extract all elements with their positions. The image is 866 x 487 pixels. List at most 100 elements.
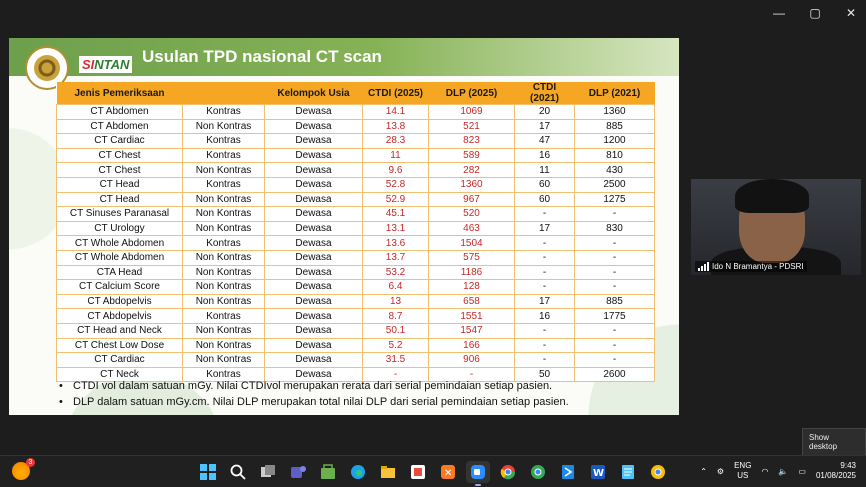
table-row: CT Cardiac Kontras Dewasa 28.3 823 47 1200 [56, 133, 655, 149]
volume-icon[interactable]: 🔈 [778, 467, 788, 476]
table-cell: Non Kontras [182, 162, 265, 178]
table-cell: Dewasa [264, 162, 363, 178]
table-cell: Kontras [182, 176, 265, 193]
maximize-button[interactable]: ▢ [808, 6, 822, 20]
table-row: CT Chest Non Kontras Dewasa 9.6 282 11 430 [56, 162, 655, 178]
battery-icon[interactable]: ▭ [798, 467, 806, 476]
svg-text:✕: ✕ [444, 468, 452, 479]
system-tray: ⌃ ⚙ ENG US ◠ 🔈 ▭ 9:43 01/08/2025 [700, 461, 856, 481]
table-cell: 13.8 [362, 118, 429, 135]
table-cell: Non Kontras [182, 264, 265, 281]
table-cell: 658 [428, 293, 515, 310]
table-cell: - [574, 337, 655, 354]
table-cell: 13.6 [362, 235, 429, 251]
col-header: CTDI (2025) [362, 82, 429, 105]
table-cell: Dewasa [264, 279, 363, 295]
chrome-profile-icon[interactable] [526, 461, 550, 483]
table-row: CT Cardiac Non Kontras Dewasa 31.5 906- - [56, 352, 655, 368]
table-cell: CT Head and Neck [56, 322, 183, 339]
table-cell: 1551 [428, 308, 515, 324]
table-row: CT Head Non Kontras Dewasa 52.9 967 60 1275 [56, 191, 655, 208]
table-cell: Dewasa [264, 249, 363, 266]
table-cell: Non Kontras [182, 337, 265, 354]
table-cell: CT Sinuses Paranasal [56, 206, 183, 222]
table-cell: Kontras [182, 147, 265, 164]
table-cell: Non Kontras [182, 191, 265, 208]
weather-widget[interactable]: 3 [12, 458, 35, 480]
table-cell: Kontras [182, 104, 265, 120]
table-cell: Non Kontras [182, 352, 265, 368]
table-cell: 14.1 [362, 104, 429, 120]
table-cell: Dewasa [264, 337, 363, 354]
table-cell: 16 [514, 147, 575, 164]
wifi-icon[interactable]: ◠ [761, 467, 768, 476]
slide-title: Usulan TPD nasional CT scan [142, 47, 382, 66]
table-cell: 5.2 [362, 337, 429, 354]
svg-text:W: W [593, 468, 604, 479]
table-cell: Dewasa [264, 118, 363, 135]
window-controls: — ▢ ✕ [772, 6, 858, 20]
notepad-icon[interactable] [616, 461, 640, 483]
table-cell: 967 [428, 191, 515, 208]
col-header: Kelompok Usia [264, 82, 363, 105]
col-header: CTDI (2021) [514, 82, 575, 105]
table-cell: 13.1 [362, 220, 429, 237]
close-button[interactable]: ✕ [844, 6, 858, 20]
chrome-icon[interactable] [496, 461, 520, 483]
xampp-icon[interactable]: ✕ [436, 461, 460, 483]
task-view-icon[interactable] [256, 461, 280, 483]
chevron-up-icon[interactable]: ⌃ [700, 467, 707, 476]
table-cell: CT Abdopelvis [56, 293, 183, 310]
network-pen-icon[interactable]: ⚙ [717, 467, 724, 476]
table-cell: Kontras [182, 235, 265, 251]
participant-name-label: Ido N Bramantya - PDSRI [695, 261, 807, 272]
teams-icon[interactable] [286, 461, 310, 483]
table-row: CT Abdopelvis Kontras Dewasa 8.7 1551 16 1775 [56, 308, 655, 324]
show-desktop-tooltip: Show desktop [802, 428, 866, 456]
table-cell: Non Kontras [182, 322, 265, 339]
table-row: CT Chest Low Dose Non Kontras Dewasa 5.2 166… [56, 337, 655, 354]
col-header: Jenis Pemeriksaan [56, 82, 183, 105]
table-cell: CT Chest [56, 162, 183, 178]
table-cell: Dewasa [264, 176, 363, 193]
word-icon[interactable]: W [586, 461, 610, 483]
zoom-icon[interactable] [466, 461, 490, 486]
edge-icon[interactable] [346, 461, 370, 483]
chrome-dev-icon[interactable] [646, 461, 670, 483]
taskbar: 3 ✕ W ⌃ ⚙ ENG US ◠ 🔈 ▭ 9:43 01/08/2025 [0, 455, 866, 487]
table-cell: - [514, 264, 575, 281]
windows-start-icon[interactable] [196, 461, 220, 483]
table-cell: CT Calcium Score [56, 279, 183, 295]
vscode-icon[interactable] [556, 461, 580, 483]
table-cell: 53.2 [362, 264, 429, 281]
table-cell: 589 [428, 147, 515, 164]
table-cell: CT Abdomen [56, 104, 183, 120]
clock[interactable]: 9:43 01/08/2025 [816, 461, 856, 481]
office-icon[interactable] [406, 461, 430, 483]
table-cell: Dewasa [264, 133, 363, 149]
minimize-button[interactable]: — [772, 6, 786, 20]
table-cell: - [514, 235, 575, 251]
table-cell: Non Kontras [182, 206, 265, 222]
weather-badge: 3 [26, 458, 35, 467]
table-cell: - [574, 279, 655, 295]
sintan-logo: SINTAN [79, 56, 133, 73]
table-row: CT Urology Non Kontras Dewasa 13.1 463 17 830 [56, 220, 655, 237]
table-row: CT Abdomen Non Kontras Dewasa 13.8 521 17 885 [56, 118, 655, 135]
language-indicator[interactable]: ENG US [734, 461, 751, 481]
footnotes: CTDI vol dalam satuan mGy. Nilai CTDIvol… [59, 378, 569, 410]
table-cell: 13.7 [362, 249, 429, 266]
table-cell: - [574, 249, 655, 266]
store-icon[interactable] [316, 461, 340, 483]
search-icon[interactable] [226, 461, 250, 483]
table-cell: Non Kontras [182, 293, 265, 310]
table-cell: - [574, 322, 655, 339]
table-cell: 1360 [428, 176, 515, 193]
file-explorer-icon[interactable] [376, 461, 400, 483]
table-cell: 128 [428, 279, 515, 295]
table-cell: 6.4 [362, 279, 429, 295]
table-cell: 885 [574, 293, 655, 310]
table-cell: 575 [428, 249, 515, 266]
participant-video-tile[interactable]: Ido N Bramantya - PDSRI [691, 179, 861, 275]
table-cell: 13 [362, 293, 429, 310]
